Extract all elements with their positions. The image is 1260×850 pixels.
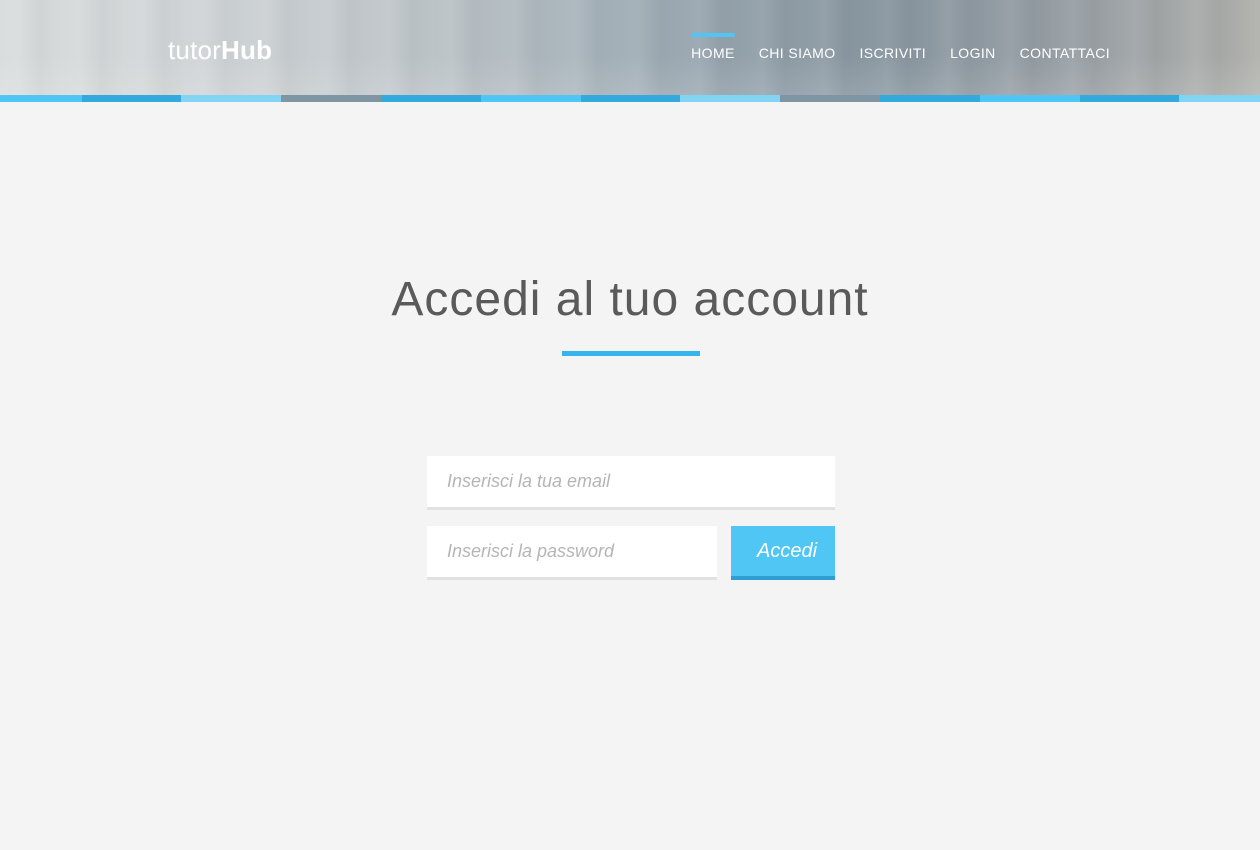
stripe-segment bbox=[181, 95, 281, 102]
title-divider bbox=[562, 351, 700, 356]
main-nav: HOME CHI SIAMO ISCRIVITI LOGIN CONTATTAC… bbox=[667, 0, 1110, 95]
nav-item-contattaci[interactable]: CONTATTACI bbox=[1020, 35, 1110, 61]
stripe-segment bbox=[381, 95, 481, 102]
logo-text-light: tutor bbox=[168, 35, 222, 65]
stripe-segment bbox=[1080, 95, 1179, 102]
stripe-segment bbox=[0, 95, 82, 102]
logo-text-bold: Hub bbox=[221, 35, 273, 65]
nav-item-login[interactable]: LOGIN bbox=[950, 35, 996, 61]
stripe-segment bbox=[1179, 95, 1260, 102]
header-color-stripe bbox=[0, 95, 1260, 102]
password-field[interactable] bbox=[427, 526, 717, 580]
site-header: tutorHub HOME CHI SIAMO ISCRIVITI LOGIN … bbox=[0, 0, 1260, 95]
stripe-segment bbox=[980, 95, 1080, 102]
nav-item-home[interactable]: HOME bbox=[691, 32, 735, 61]
tutorhub-logo[interactable]: tutorHub bbox=[168, 34, 272, 66]
stripe-segment bbox=[780, 95, 880, 102]
page-title: Accedi al tuo account bbox=[391, 273, 869, 327]
stripe-segment bbox=[481, 95, 581, 102]
stripe-segment bbox=[281, 95, 381, 102]
stripe-segment bbox=[880, 95, 980, 102]
stripe-segment bbox=[82, 95, 181, 102]
stripe-segment bbox=[680, 95, 780, 102]
nav-item-iscriviti[interactable]: ISCRIVITI bbox=[859, 35, 926, 61]
login-submit-button[interactable]: Accedi bbox=[731, 526, 835, 580]
nav-item-chi-siamo[interactable]: CHI SIAMO bbox=[759, 35, 836, 61]
email-field[interactable] bbox=[427, 456, 835, 510]
stripe-segment bbox=[581, 95, 680, 102]
